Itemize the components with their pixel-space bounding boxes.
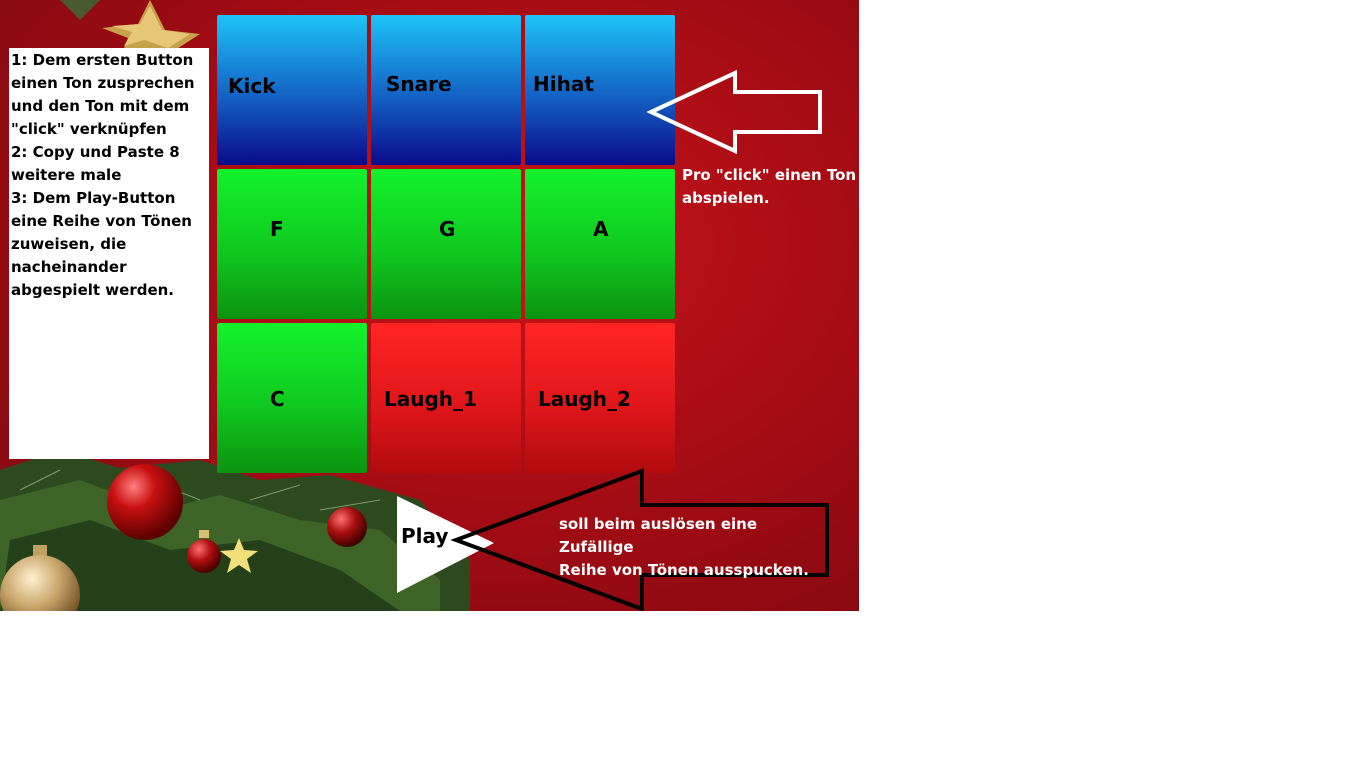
star-small-decoration-icon — [220, 538, 258, 573]
snare-button[interactable]: Snare — [371, 15, 521, 165]
instructions-panel: 1: Dem ersten Button einen Ton zuspreche… — [9, 48, 209, 459]
hihat-label: Hihat — [533, 72, 594, 96]
click-caption: Pro "click" einen Ton abspielen. — [682, 166, 857, 207]
g-label: G — [439, 217, 456, 241]
c-label: C — [270, 387, 285, 411]
f-label: F — [270, 217, 284, 241]
ornament-red-large-icon — [107, 464, 183, 540]
laugh-1-label: Laugh_1 — [384, 387, 477, 411]
f-button[interactable]: F — [217, 169, 367, 319]
g-button[interactable]: G — [371, 169, 521, 319]
snare-label: Snare — [386, 72, 452, 96]
play-label[interactable]: Play — [401, 524, 448, 548]
ornament-gold-icon — [0, 545, 80, 611]
laugh-2-label: Laugh_2 — [538, 387, 631, 411]
a-label: A — [593, 217, 609, 241]
laugh-1-button[interactable]: Laugh_1 — [371, 323, 521, 473]
a-button[interactable]: A — [525, 169, 675, 319]
play-caption: soll beim auslösen eine Zufällige Reihe … — [559, 515, 809, 579]
ornament-red-right-icon — [327, 507, 367, 547]
instructions-text: 1: Dem ersten Button einen Ton zuspreche… — [11, 51, 195, 299]
arrow-left-outline-icon — [646, 70, 822, 155]
christmas-background: 1: Dem ersten Button einen Ton zuspreche… — [0, 0, 859, 611]
laugh-2-button[interactable]: Laugh_2 — [525, 323, 675, 473]
kick-label: Kick — [228, 74, 276, 98]
kick-button[interactable]: Kick — [217, 15, 367, 165]
c-button[interactable]: C — [217, 323, 367, 473]
